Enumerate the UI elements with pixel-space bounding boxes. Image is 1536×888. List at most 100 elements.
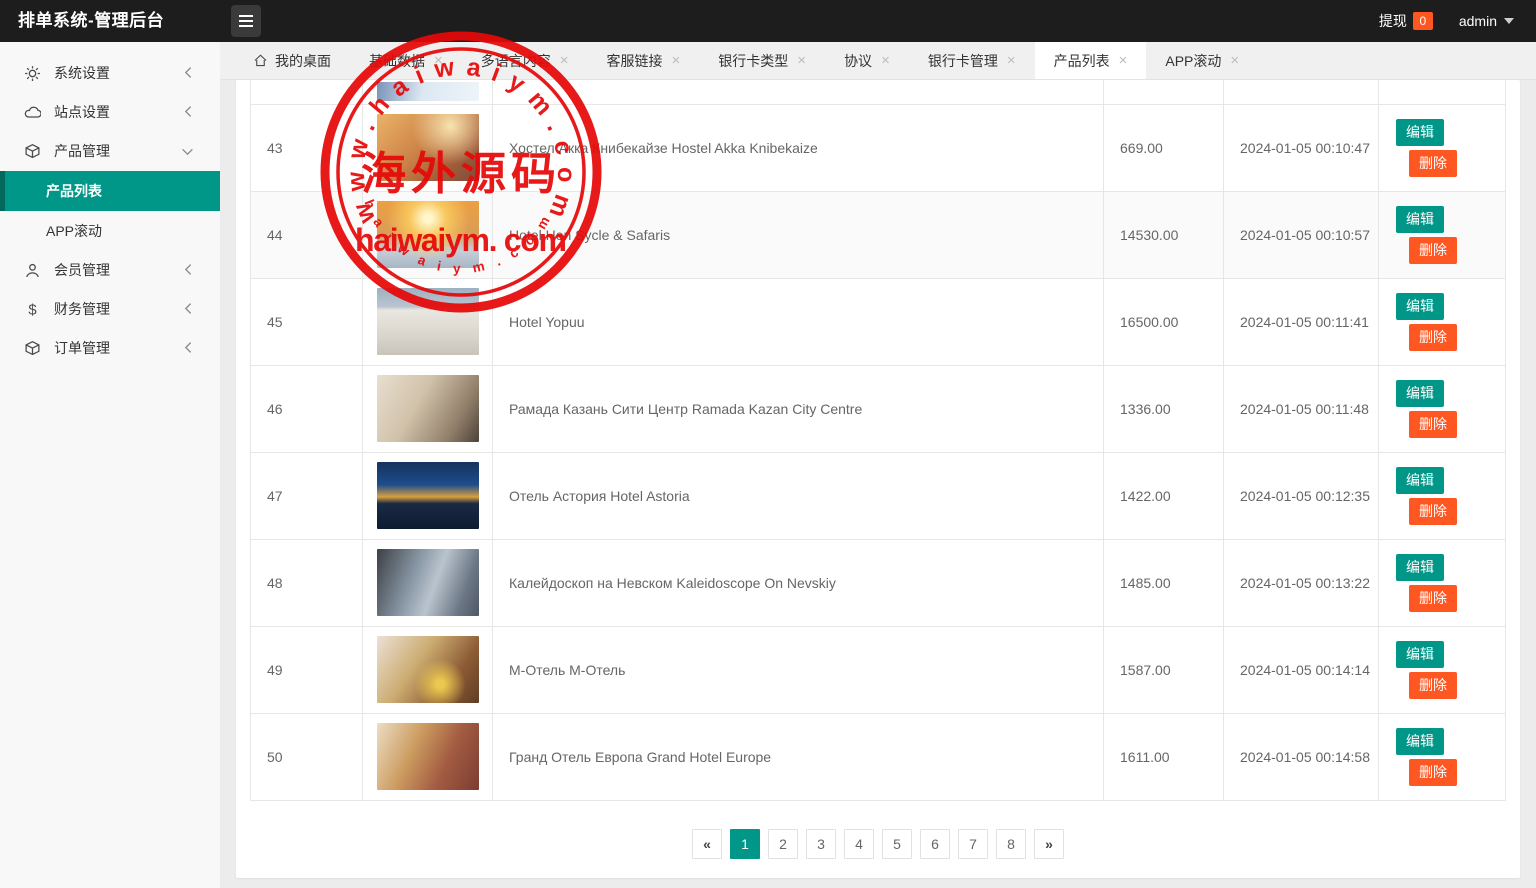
user-menu[interactable]: admin <box>1459 13 1514 29</box>
gear-icon <box>24 65 41 82</box>
tab-agreement[interactable]: 协议 × <box>825 42 909 79</box>
cube-icon <box>24 143 41 160</box>
sidebar-item-label: 站点设置 <box>54 104 110 120</box>
tab-bar: 我的桌面 基础数据 × 多语言内容 × 客服链接 × 银行卡类型 × 协议 × … <box>220 42 1536 80</box>
product-thumbnail <box>376 375 479 442</box>
edit-button[interactable]: 编辑 <box>1396 727 1444 755</box>
pagination-page-button[interactable]: 6 <box>920 828 950 859</box>
product-id-cell: 45 <box>250 277 363 366</box>
pagination-page-button[interactable]: 4 <box>844 828 874 859</box>
product-created-cell: 2024-01-05 00:14:14 <box>1223 625 1379 714</box>
sidebar-item-order-management[interactable]: 订单管理 <box>0 329 220 367</box>
close-icon[interactable]: × <box>672 52 681 69</box>
tab-bank-card-type[interactable]: 银行卡类型 × <box>699 42 825 79</box>
edit-button[interactable]: 编辑 <box>1396 640 1444 668</box>
delete-button[interactable]: 删除 <box>1409 149 1457 177</box>
product-table: 43 Хостел Акка Книбекайзе Hostel Akka Kn… <box>250 80 1506 801</box>
pagination-prev-button[interactable]: « <box>692 828 722 859</box>
product-thumbnail <box>376 636 479 703</box>
dollar-icon: $ <box>24 301 41 318</box>
sidebar-item-member-management[interactable]: 会员管理 <box>0 251 220 289</box>
sidebar-item-app-scroll[interactable]: APP滚动 <box>0 211 220 251</box>
delete-button[interactable]: 删除 <box>1409 410 1457 438</box>
table-row: 43 Хостел Акка Книбекайзе Hostel Akka Kn… <box>250 103 1506 192</box>
edit-button[interactable]: 编辑 <box>1396 553 1444 581</box>
main-content: 43 Хостел Акка Книбекайзе Hostel Akka Kn… <box>220 80 1536 888</box>
sidebar-item-label: 订单管理 <box>54 340 110 356</box>
cube-icon <box>24 340 41 357</box>
product-thumbnail <box>376 288 479 355</box>
sidebar-subitem-label: APP滚动 <box>46 223 103 239</box>
pagination-page-button[interactable]: 7 <box>958 828 988 859</box>
product-name-cell: Отель Астория Hotel Astoria <box>492 451 1104 540</box>
close-icon[interactable]: × <box>560 52 569 69</box>
sidebar-item-product-list[interactable]: 产品列表 <box>0 171 220 211</box>
product-price-cell: 16500.00 <box>1103 277 1224 366</box>
pagination-page-button[interactable]: 5 <box>882 828 912 859</box>
tab-bank-card-management[interactable]: 银行卡管理 × <box>909 42 1035 79</box>
delete-button[interactable]: 删除 <box>1409 671 1457 699</box>
pagination-page-button[interactable]: 2 <box>768 828 798 859</box>
product-created-cell: 2024-01-05 00:13:22 <box>1223 538 1379 627</box>
product-price-cell: 1422.00 <box>1103 451 1224 540</box>
tab-label: 多语言内容 <box>480 52 551 69</box>
product-id-cell: 49 <box>250 625 363 714</box>
product-name-cell: Гранд Отель Европа Grand Hotel Europe <box>492 712 1104 801</box>
product-thumbnail <box>376 82 479 102</box>
close-icon[interactable]: × <box>797 52 806 69</box>
sidebar-item-finance-management[interactable]: $ 财务管理 <box>0 290 220 328</box>
product-list-card: 43 Хостел Акка Книбекайзе Hostel Akka Kn… <box>236 80 1520 878</box>
pagination-page-button[interactable]: 1 <box>730 828 760 859</box>
product-created-cell: 2024-01-05 00:14:58 <box>1223 712 1379 801</box>
delete-button[interactable]: 删除 <box>1409 236 1457 264</box>
edit-button[interactable]: 编辑 <box>1396 118 1444 146</box>
close-icon[interactable]: × <box>1119 52 1128 69</box>
product-price-cell: 1587.00 <box>1103 625 1224 714</box>
close-icon[interactable]: × <box>1007 52 1016 69</box>
product-thumbnail <box>376 114 479 181</box>
tab-app-scroll[interactable]: APP滚动 × <box>1146 42 1258 79</box>
table-row: 48 Калейдоскоп на Невском Kaleidoscope O… <box>250 538 1506 627</box>
sidebar-item-system-settings[interactable]: 系统设置 <box>0 54 220 92</box>
table-row: 45 Hotel Yopuu 16500.00 2024-01-05 00:11… <box>250 277 1506 366</box>
delete-button[interactable]: 删除 <box>1409 323 1457 351</box>
top-bar: 排单系统-管理后台 提现 0 admin <box>0 0 1536 42</box>
product-price-cell: 1611.00 <box>1103 712 1224 801</box>
edit-button[interactable]: 编辑 <box>1396 466 1444 494</box>
delete-button[interactable]: 删除 <box>1409 497 1457 525</box>
withdraw-label: 提现 <box>1378 13 1407 29</box>
product-id-cell: 43 <box>250 103 363 192</box>
edit-button[interactable]: 编辑 <box>1396 379 1444 407</box>
table-row: 49 М-Отель М-Отель 1587.00 2024-01-05 00… <box>250 625 1506 714</box>
pagination-next-button[interactable]: » <box>1034 828 1064 859</box>
close-icon[interactable]: × <box>1230 52 1239 69</box>
close-icon[interactable]: × <box>881 52 890 69</box>
edit-button[interactable]: 编辑 <box>1396 205 1444 233</box>
product-name-cell: Хостел Акка Книбекайзе Hostel Akka Knibe… <box>492 103 1104 192</box>
sidebar-item-label: 财务管理 <box>54 301 110 317</box>
delete-button[interactable]: 删除 <box>1409 584 1457 612</box>
tab-multilanguage-content[interactable]: 多语言内容 × <box>462 42 588 79</box>
withdraw-link[interactable]: 提现 0 <box>1379 11 1433 31</box>
tab-my-desktop[interactable]: 我的桌面 <box>234 42 350 79</box>
tab-basic-data[interactable]: 基础数据 × <box>350 42 462 79</box>
tab-product-list[interactable]: 产品列表 × <box>1034 42 1147 79</box>
pagination-page-button[interactable]: 8 <box>996 828 1026 859</box>
sidebar-item-product-management[interactable]: 产品管理 <box>0 132 220 170</box>
edit-button[interactable]: 编辑 <box>1396 292 1444 320</box>
sidebar-item-label: 系统设置 <box>54 65 110 81</box>
product-thumbnail <box>376 549 479 616</box>
tab-label: 协议 <box>844 52 873 69</box>
pagination-page-button[interactable]: 3 <box>806 828 836 859</box>
delete-button[interactable]: 删除 <box>1409 758 1457 786</box>
tab-customer-service-link[interactable]: 客服链接 × <box>588 42 700 79</box>
withdraw-count-badge: 0 <box>1412 12 1433 30</box>
table-row: 50 Гранд Отель Европа Grand Hotel Europe… <box>250 712 1506 801</box>
product-name-cell: М-Отель М-Отель <box>492 625 1104 714</box>
tab-label: 产品列表 <box>1053 52 1110 69</box>
sidebar-toggle-button[interactable] <box>231 5 261 37</box>
product-id-cell: 44 <box>250 190 363 279</box>
close-icon[interactable]: × <box>434 52 443 69</box>
sidebar-item-site-settings[interactable]: 站点设置 <box>0 93 220 131</box>
chevron-left-icon <box>183 263 194 279</box>
